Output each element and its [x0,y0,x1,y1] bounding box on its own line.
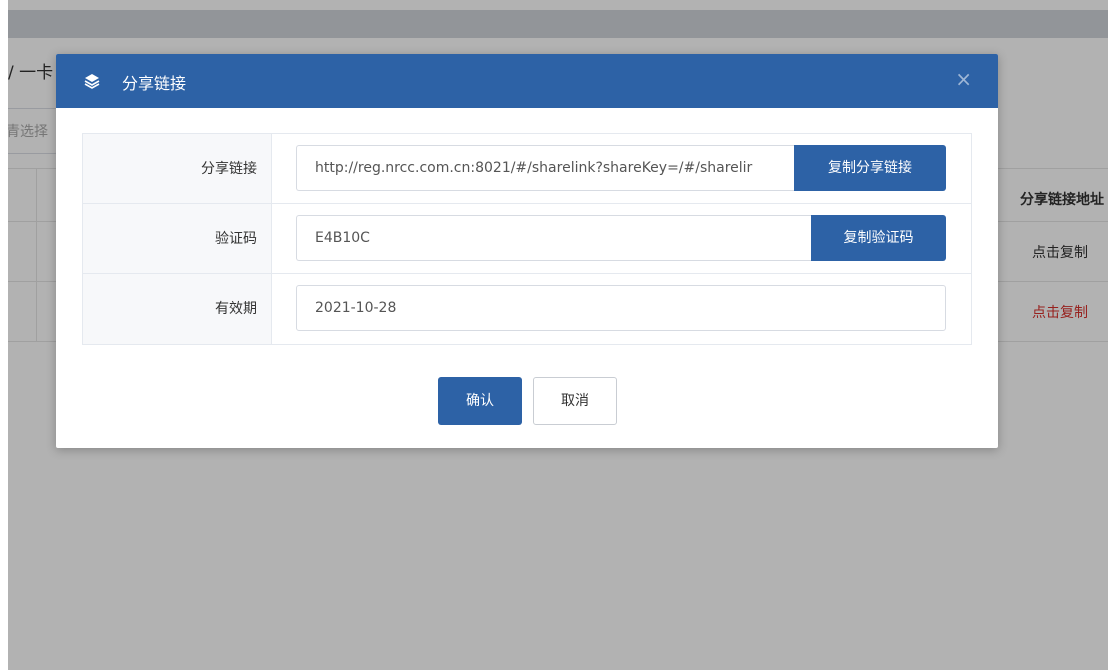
expiry-field[interactable]: 2021-10-28 [296,285,946,331]
confirm-button[interactable]: 确认 [438,377,522,425]
left-edge [0,0,8,670]
share-form: 分享链接 http://reg.nrcc.com.cn:8021/#/share… [82,133,972,345]
dialog-header: 分享链接 × [56,54,998,108]
copy-verify-code-button[interactable]: 复制验证码 [811,215,946,261]
copy-share-link-button[interactable]: 复制分享链接 [794,145,946,191]
verify-code-row: 验证码 E4B10C 复制验证码 [83,204,971,274]
verify-code-field[interactable]: E4B10C [296,215,811,261]
expiry-label: 有效期 [83,274,272,344]
expiry-row: 有效期 2021-10-28 [83,274,971,344]
close-icon[interactable]: × [955,68,972,90]
share-link-field[interactable]: http://reg.nrcc.com.cn:8021/#/sharelink?… [296,145,794,191]
dialog-title: 分享链接 [122,74,187,93]
verify-code-label: 验证码 [83,204,272,273]
cancel-button[interactable]: 取消 [533,377,617,425]
share-link-dialog: 分享链接 × 分享链接 http://reg.nrcc.com.cn:8021/… [56,54,998,448]
share-link-row: 分享链接 http://reg.nrcc.com.cn:8021/#/share… [83,134,971,204]
layers-icon [84,74,100,89]
share-link-label: 分享链接 [83,134,272,203]
